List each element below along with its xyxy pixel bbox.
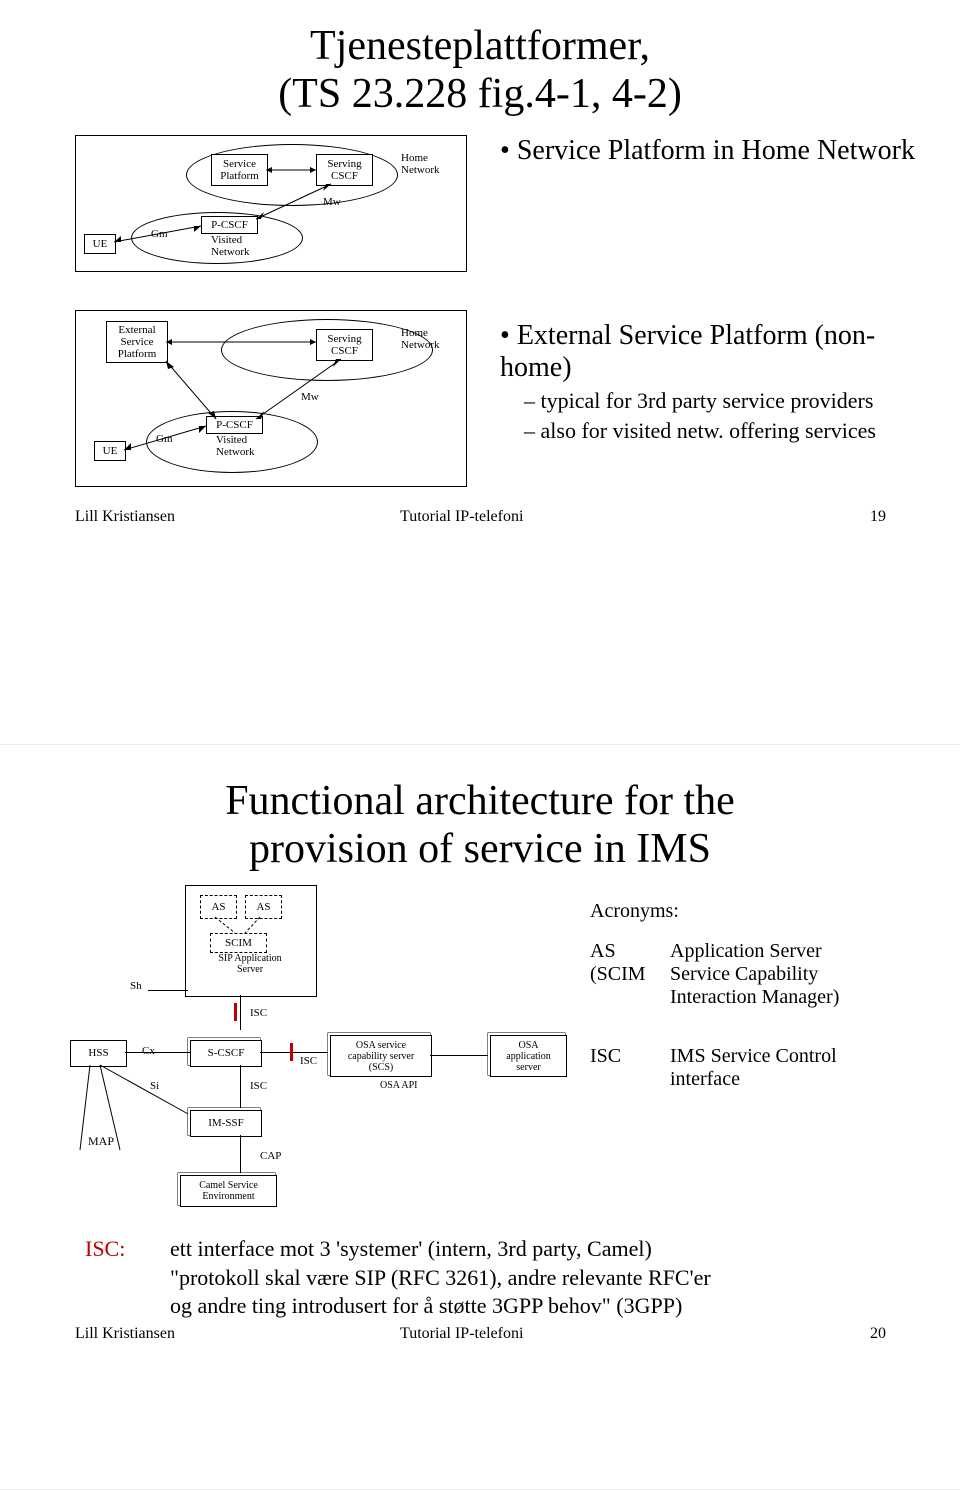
pcscf-box: P-CSCF: [201, 216, 258, 234]
ue-box-2: UE: [94, 441, 126, 461]
isc-stop-1: [234, 1003, 237, 1021]
page-number-2: 20: [870, 1325, 886, 1343]
isc-paragraph: ett interface mot 3 'systemer' (intern, …: [170, 1235, 910, 1321]
slide-2: Functional architecture for the provisio…: [0, 745, 960, 1490]
isc-line-2: [260, 1052, 330, 1053]
sip-as-label: SIP Application Server: [195, 953, 305, 975]
bullet-esp: External Service Platform (non-home): [500, 320, 930, 384]
sub-visited: also for visited netw. offering services: [524, 418, 930, 444]
cap-line: [240, 1135, 241, 1175]
imssf-box: IM-SSF: [190, 1110, 262, 1137]
diagram-bottom-panel: External Service Platform Serving CSCF H…: [75, 310, 467, 487]
acro-scim-v2: Interaction Manager): [670, 986, 839, 1009]
camel-box: Camel Service Environment: [180, 1175, 277, 1207]
isc-l2: "protokoll skal være SIP (RFC 3261), and…: [170, 1264, 910, 1293]
visited-label: Visited Network: [211, 234, 250, 258]
footer-mid-2: Tutorial IP-telefoni: [400, 1325, 523, 1343]
as-box-1: AS: [200, 895, 237, 919]
osa-api-label: OSA API: [380, 1080, 418, 1091]
cap-label: CAP: [260, 1150, 281, 1162]
ue-pcscf-link: [114, 226, 204, 244]
osa-api-line: [430, 1055, 490, 1056]
pcscf-esp-link: [166, 361, 226, 419]
isc-label-1: ISC: [250, 1007, 267, 1019]
slide-1: Tjenesteplattformer, (TS 23.228 fig.4-1,…: [0, 0, 960, 745]
pcscf-scscf-link-2: [256, 359, 346, 419]
page-number: 19: [870, 508, 886, 526]
acronyms-table: ASApplication Server (SCIMService Capabi…: [590, 940, 920, 1009]
isc-label-3: ISC: [250, 1080, 267, 1092]
home-network-label: Home Network: [401, 152, 440, 176]
ext-sp-box: External Service Platform: [106, 321, 168, 363]
acro-isc-v2: interface: [670, 1068, 740, 1091]
serving-cscf-box-2: Serving CSCF: [316, 329, 373, 361]
isc-l1: ett interface mot 3 'systemer' (intern, …: [170, 1235, 910, 1264]
title-line-1: Tjenesteplattformer,: [0, 22, 960, 70]
sp-scscf-link: [266, 169, 316, 171]
isc-line-3: [240, 1065, 241, 1110]
as-box-2: AS: [245, 895, 282, 919]
visited-label-2: Visited Network: [216, 434, 255, 458]
service-platform-box: Service Platform: [211, 154, 268, 186]
esp-scscf-link: [166, 341, 316, 343]
isc-l3: og andre ting introdusert for å støtte 3…: [170, 1292, 910, 1321]
footer-left: Lill Kristiansen: [75, 508, 175, 526]
serving-cscf-box: Serving CSCF: [316, 154, 373, 186]
cx-line: [125, 1052, 190, 1053]
sub-3rdparty: typical for 3rd party service providers: [524, 388, 930, 414]
title-line-2: (TS 23.228 fig.4-1, 4-2): [0, 70, 960, 118]
hss-lines: [80, 1065, 190, 1150]
bullets-bottom: External Service Platform (non-home) typ…: [500, 320, 930, 448]
acronyms-title: Acronyms:: [590, 900, 679, 923]
acronyms-isc: ISCIMS Service Control interface: [590, 1045, 920, 1091]
title2-line-2: provision of service in IMS: [0, 825, 960, 873]
bullets-top: Service Platform in Home Network: [500, 135, 920, 171]
slide1-title: Tjenesteplattformer, (TS 23.228 fig.4-1,…: [0, 22, 960, 118]
isc-red-label: ISC:: [85, 1235, 125, 1264]
as-scim-dashed: [200, 917, 280, 937]
footer-mid: Tutorial IP-telefoni: [400, 508, 523, 526]
osa-as-box: OSA application server: [490, 1035, 567, 1077]
scscf-box: S-CSCF: [190, 1040, 262, 1067]
ue-box: UE: [84, 234, 116, 254]
title2-line-1: Functional architecture for the: [0, 777, 960, 825]
acro-isc-k: ISC: [590, 1045, 670, 1068]
scs-box: OSA service capability server (SCS): [330, 1035, 432, 1077]
pcscf-scscf-link: [256, 184, 336, 219]
sh-label: Sh: [130, 980, 142, 992]
bullet-sp-home: Service Platform in Home Network: [500, 135, 920, 167]
isc-label-2: ISC: [300, 1055, 317, 1067]
ue-pcscf-link-2: [124, 426, 206, 451]
acro-as-k: AS: [590, 940, 670, 963]
hss-box: HSS: [70, 1040, 127, 1067]
sh-line: [148, 990, 188, 991]
isc-line-1: [240, 995, 241, 1030]
acro-isc-v: IMS Service Control: [670, 1045, 837, 1068]
slide2-title: Functional architecture for the provisio…: [0, 777, 960, 873]
diagram-top-panel: Service Platform Serving CSCF Home Netwo…: [75, 135, 467, 272]
acro-scim-k: (SCIM: [590, 963, 670, 986]
home-network-label-2: Home Network: [401, 327, 440, 351]
isc-stop-2: [290, 1043, 293, 1061]
acro-scim-v: Service Capability: [670, 963, 818, 986]
acro-as-v: Application Server: [670, 940, 822, 963]
footer-left-2: Lill Kristiansen: [75, 1325, 175, 1343]
